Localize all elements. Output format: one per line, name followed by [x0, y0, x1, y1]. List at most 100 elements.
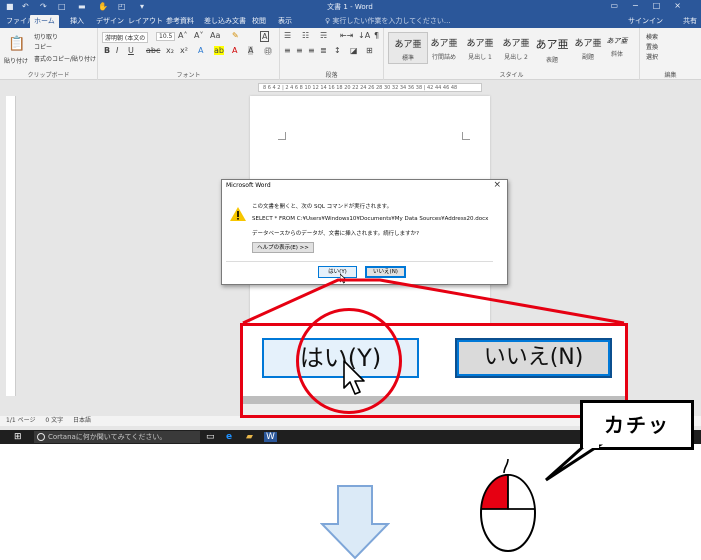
paste-button[interactable]: 貼り付け: [4, 56, 28, 65]
format-painter-button[interactable]: 書式のコピー/貼り付け: [34, 54, 96, 63]
borders-icon[interactable]: ⊞: [366, 46, 373, 55]
align-left-icon[interactable]: ≡: [284, 46, 291, 55]
customize-qat-icon[interactable]: ▾: [140, 2, 144, 11]
style-no-spacing[interactable]: あア亜 行間詰め: [424, 32, 464, 64]
editing-group: 検索 置換 選択 編集: [640, 28, 701, 80]
font-size-select[interactable]: 10.5: [156, 32, 176, 41]
dialog-message-line1: この文書を開くと、次の SQL コマンドが実行されます。: [252, 204, 393, 210]
tab-review[interactable]: 校閲: [248, 15, 270, 28]
shrink-font-icon[interactable]: A˅: [194, 31, 203, 40]
editing-group-label: 編集: [664, 72, 677, 79]
styles-group: あア亜 標準 あア亜 行間詰め あア亜 見出し 1 あア亜 見出し 2 あア亜 表題 あア…: [384, 28, 640, 80]
mouse-click-icon: [480, 458, 536, 552]
character-shading-icon[interactable]: A: [248, 46, 254, 55]
show-help-button[interactable]: ヘルプの表示(E) >>: [252, 242, 314, 253]
highlight-icon[interactable]: ab: [214, 46, 224, 55]
align-right-icon[interactable]: ≡: [308, 46, 315, 55]
share-button[interactable]: 共有: [683, 15, 697, 27]
grow-font-icon[interactable]: A˄: [178, 31, 187, 40]
select-button[interactable]: 選択: [646, 52, 658, 61]
touch-mode-icon[interactable]: ✋: [98, 2, 108, 11]
subscript-icon[interactable]: x₂: [166, 46, 174, 55]
font-group-label: フォント: [176, 72, 201, 79]
ribbon: 📋 貼り付け 切り取り コピー 書式のコピー/貼り付け クリップボード 游明朝 …: [0, 28, 701, 80]
dialog-title: Microsoft Word: [226, 182, 271, 189]
find-button[interactable]: 検索: [646, 32, 658, 41]
tab-design[interactable]: デザイン: [92, 15, 128, 28]
warning-icon: [230, 207, 246, 221]
tab-layout[interactable]: レイアウト: [124, 15, 167, 28]
vertical-ruler[interactable]: [6, 96, 16, 396]
undo-icon[interactable]: ↶: [22, 2, 29, 11]
enclose-characters-icon[interactable]: ㊞: [264, 46, 272, 57]
language-indicator[interactable]: 日本語: [73, 417, 91, 424]
title-bar: ■ ↶ ↷ □ ▬ ✋ ◰ ▾ 文書 1 - Word ▭−□×: [0, 0, 701, 14]
cortana-search-box[interactable]: Cortanaに何か聞いてみてください。: [34, 431, 200, 443]
copy-button[interactable]: コピー: [34, 42, 52, 51]
style-heading-2[interactable]: あア亜 見出し 2: [496, 32, 536, 64]
indent-icon[interactable]: ⇤⇥: [340, 31, 353, 40]
open-icon[interactable]: ▬: [78, 2, 86, 11]
sql-confirm-dialog: Microsoft Word × この文書を開くと、次の SQL コマンドが実行…: [221, 179, 508, 285]
sort-icon[interactable]: ↓A: [358, 31, 370, 40]
style-heading-1[interactable]: あア亜 見出し 1: [460, 32, 500, 64]
style-normal[interactable]: あア亜 標準: [388, 32, 428, 64]
font-name-select[interactable]: 游明朝 (本文の: [102, 32, 149, 43]
line-spacing-icon[interactable]: ↕: [334, 46, 341, 55]
next-step-arrow-icon: [320, 485, 390, 560]
strikethrough-icon[interactable]: abc: [146, 46, 160, 55]
bold-icon[interactable]: B: [104, 46, 110, 55]
superscript-icon[interactable]: x²: [180, 46, 188, 55]
word-window: ■ ↶ ↷ □ ▬ ✋ ◰ ▾ 文書 1 - Word ▭−□× ファイル ホー…: [0, 0, 701, 430]
windows-taskbar: ⊞ Cortanaに何か聞いてみてください。 ▭ e ▰ W: [0, 430, 701, 444]
font-color-icon[interactable]: A: [232, 46, 237, 55]
redo-icon[interactable]: ↷: [40, 2, 47, 11]
margin-corner-top-right: [462, 132, 470, 140]
word-count[interactable]: 0 文字: [45, 417, 63, 424]
tell-me-search[interactable]: ♀ 実行したい作業を入力してください...: [325, 15, 451, 27]
word-taskbar-icon[interactable]: W: [264, 432, 277, 442]
close-icon[interactable]: ×: [493, 180, 501, 190]
file-explorer-icon[interactable]: ▰: [246, 432, 253, 442]
align-center-icon[interactable]: ≡: [296, 46, 303, 55]
style-emphasis[interactable]: あア亜 斜体: [600, 32, 634, 64]
task-view-icon[interactable]: ▭: [206, 432, 215, 442]
tab-references[interactable]: 参考資料: [162, 15, 198, 28]
shading-icon[interactable]: ◪: [350, 46, 358, 55]
sign-in-link[interactable]: サインイン: [628, 15, 663, 27]
bullets-icon[interactable]: ☰: [284, 31, 291, 40]
windows-start-icon[interactable]: ⊞: [14, 433, 22, 442]
style-title[interactable]: あア亜 表題: [532, 32, 572, 64]
character-border-icon[interactable]: A: [260, 31, 270, 42]
numbering-icon[interactable]: ☷: [302, 31, 309, 40]
underline-icon[interactable]: U: [128, 46, 134, 55]
tab-insert[interactable]: 挿入: [66, 15, 88, 28]
text-effects-icon[interactable]: A: [198, 46, 203, 55]
justify-icon[interactable]: ≣: [320, 46, 327, 55]
clear-format-icon[interactable]: ✎: [232, 31, 239, 40]
tutorial-illustration: ■ ↶ ↷ □ ▬ ✋ ◰ ▾ 文書 1 - Word ▭−□× ファイル ホー…: [0, 0, 701, 560]
clipboard-group: 📋 貼り付け 切り取り コピー 書式のコピー/貼り付け クリップボード: [0, 28, 98, 80]
page-count[interactable]: 1/1 ページ: [6, 417, 35, 424]
save-icon[interactable]: ■: [6, 2, 14, 11]
print-preview-icon[interactable]: ◰: [118, 2, 126, 11]
paste-icon[interactable]: 📋: [8, 36, 25, 52]
edge-icon[interactable]: e: [226, 432, 232, 442]
show-marks-icon[interactable]: ¶: [374, 31, 379, 40]
multilevel-list-icon[interactable]: ☴: [320, 31, 327, 40]
new-document-icon[interactable]: □: [58, 2, 66, 11]
tab-view[interactable]: 表示: [274, 15, 296, 28]
yes-button[interactable]: はい(Y): [318, 266, 357, 278]
italic-icon[interactable]: I: [116, 46, 118, 55]
change-case-icon[interactable]: Aa: [210, 31, 220, 40]
replace-button[interactable]: 置換: [646, 42, 658, 51]
mouse-pointer-icon: [340, 274, 347, 284]
tab-home[interactable]: ホーム: [30, 15, 59, 28]
window-controls[interactable]: ▭−□×: [610, 1, 695, 10]
tab-mailings[interactable]: 差し込み文書: [200, 15, 250, 28]
horizontal-ruler[interactable]: 8 6 4 2 | 2 4 6 8 10 12 14 16 18 20 22 2…: [258, 83, 482, 92]
no-button[interactable]: いいえ(N): [365, 266, 406, 278]
cortana-icon: [37, 433, 45, 441]
styles-group-label: スタイル: [499, 72, 524, 79]
cut-button[interactable]: 切り取り: [34, 32, 58, 41]
